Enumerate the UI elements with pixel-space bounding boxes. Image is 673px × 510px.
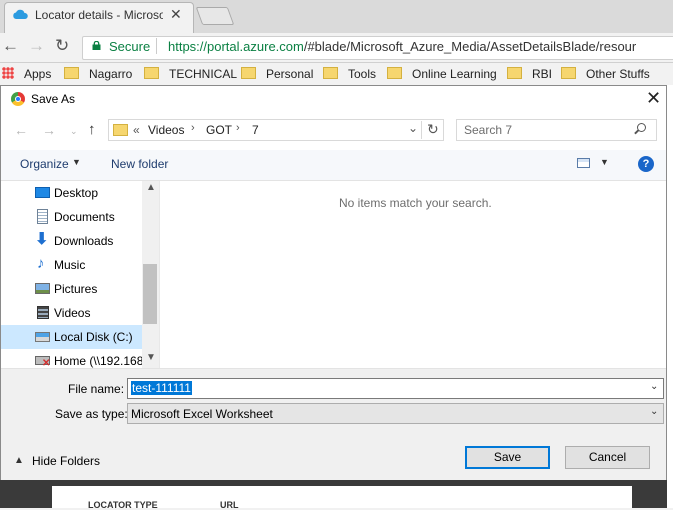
cancel-button[interactable]: Cancel — [565, 446, 650, 469]
apps-grid-icon — [2, 67, 14, 79]
save-type-label: Save as type: — [55, 407, 128, 421]
back-arrow-icon[interactable]: ← — [2, 36, 19, 56]
path-overflow[interactable]: « — [133, 123, 140, 137]
url-header: URL — [220, 500, 239, 510]
videos-icon — [37, 306, 49, 319]
downloads-icon: ⬇ — [35, 231, 49, 248]
nav-scrollbar-thumb[interactable] — [143, 264, 157, 324]
folder-icon — [561, 67, 576, 79]
pictures-icon — [35, 283, 50, 294]
file-name-field[interactable] — [127, 378, 664, 399]
folder-icon — [387, 67, 402, 79]
bookmark-other-stuffs[interactable]: Other Stuffs — [561, 67, 650, 81]
secure-label: Secure — [109, 39, 151, 54]
chevron-down-icon[interactable]: ⌄ — [408, 121, 418, 135]
folder-icon — [323, 67, 338, 79]
save-type-value: Microsoft Excel Worksheet — [131, 407, 273, 421]
nav-item-pictures[interactable]: Pictures — [1, 277, 142, 301]
forward-arrow-icon[interactable]: → — [42, 122, 56, 138]
bookmark-apps[interactable]: Apps — [2, 67, 51, 81]
folder-icon — [241, 67, 256, 79]
tab-close-icon[interactable]: ✕ — [170, 6, 182, 23]
nav-item-local-disk[interactable]: Local Disk (C:) — [1, 325, 142, 349]
help-icon[interactable]: ? — [638, 156, 654, 172]
file-name-label: File name: — [68, 382, 125, 396]
caret-down-icon[interactable]: ▼ — [600, 157, 609, 167]
breadcrumb-got[interactable]: GOT — [206, 123, 232, 137]
disconnected-icon: ✕ — [42, 358, 51, 368]
documents-icon — [37, 209, 48, 224]
folder-icon — [507, 67, 522, 79]
organize-button[interactable]: Organize — [20, 157, 69, 171]
url-text[interactable]: https://portal.azure.com/#blade/Microsof… — [168, 39, 636, 54]
file-name-value[interactable]: test-111111 — [131, 381, 192, 395]
chevron-right-icon[interactable]: › — [191, 122, 195, 134]
recent-locations-icon[interactable]: ⌄ — [70, 126, 78, 137]
azure-cloud-icon — [13, 9, 28, 19]
url-path: /#blade/Microsoft_Azure_Media/AssetDetai… — [303, 39, 637, 54]
lock-icon — [92, 41, 101, 50]
nav-item-desktop[interactable]: Desktop — [1, 181, 142, 205]
nav-item-videos[interactable]: Videos — [1, 301, 142, 325]
back-arrow-icon[interactable]: ← — [14, 122, 28, 138]
address-separator — [156, 38, 157, 54]
nav-item-music[interactable]: ♪ Music — [1, 253, 142, 277]
pane-divider[interactable] — [159, 181, 160, 368]
view-options-icon[interactable] — [577, 158, 590, 168]
dialog-title: Save As — [31, 92, 76, 106]
save-button[interactable]: Save — [465, 446, 550, 469]
bookmark-nagarro[interactable]: Nagarro — [64, 67, 132, 81]
up-arrow-icon[interactable]: ↑ — [88, 121, 96, 138]
chevron-down-icon[interactable]: ⌄ — [650, 406, 658, 417]
tab-title: Locator details - Microso — [35, 8, 163, 22]
local-disk-icon — [35, 332, 50, 342]
command-bar — [1, 150, 666, 181]
nav-item-documents[interactable]: Documents — [1, 205, 142, 229]
new-tab-button[interactable] — [195, 7, 235, 25]
chrome-icon — [11, 92, 25, 106]
chevron-right-icon[interactable]: › — [236, 122, 240, 134]
nav-item-home-network[interactable]: ✕ Home (\\192.168 — [1, 349, 142, 368]
background-page-edge — [667, 85, 673, 508]
bookmark-rbi[interactable]: RBI — [507, 67, 552, 81]
chevron-down-icon[interactable]: ⌄ — [650, 381, 658, 392]
search-placeholder: Search 7 — [464, 123, 513, 137]
hide-folders-button[interactable]: Hide Folders — [32, 454, 100, 468]
folder-icon — [64, 67, 79, 79]
scroll-down-icon[interactable]: ▼ — [146, 352, 156, 363]
search-icon[interactable] — [637, 123, 646, 132]
scroll-up-icon[interactable]: ▲ — [146, 182, 156, 193]
reload-icon[interactable]: ↻ — [55, 36, 69, 56]
folder-icon — [113, 124, 128, 136]
bookmark-personal[interactable]: Personal — [241, 67, 313, 81]
bookmark-tools[interactable]: Tools — [323, 67, 376, 81]
breadcrumb-7[interactable]: 7 — [252, 123, 259, 137]
bookmark-technical[interactable]: TECHNICAL — [144, 67, 237, 81]
close-icon[interactable]: ✕ — [646, 88, 661, 109]
chevron-up-icon[interactable]: ▲ — [14, 455, 24, 466]
caret-down-icon[interactable]: ▼ — [72, 157, 81, 167]
empty-state-message: No items match your search. — [339, 196, 492, 210]
new-folder-button[interactable]: New folder — [111, 157, 168, 171]
nav-item-downloads[interactable]: ⬇ Downloads — [1, 229, 142, 253]
breadcrumb-videos[interactable]: Videos — [148, 123, 184, 137]
refresh-icon[interactable]: ↻ — [427, 121, 439, 138]
locator-type-header: LOCATOR TYPE — [88, 500, 158, 510]
divider — [421, 121, 422, 139]
url-host: https://portal.azure.com — [168, 39, 304, 54]
forward-arrow-icon[interactable]: → — [28, 36, 45, 56]
folder-icon — [144, 67, 159, 79]
music-icon: ♪ — [37, 255, 45, 272]
desktop-icon — [35, 187, 50, 198]
bookmark-online-learning[interactable]: Online Learning — [387, 67, 497, 81]
